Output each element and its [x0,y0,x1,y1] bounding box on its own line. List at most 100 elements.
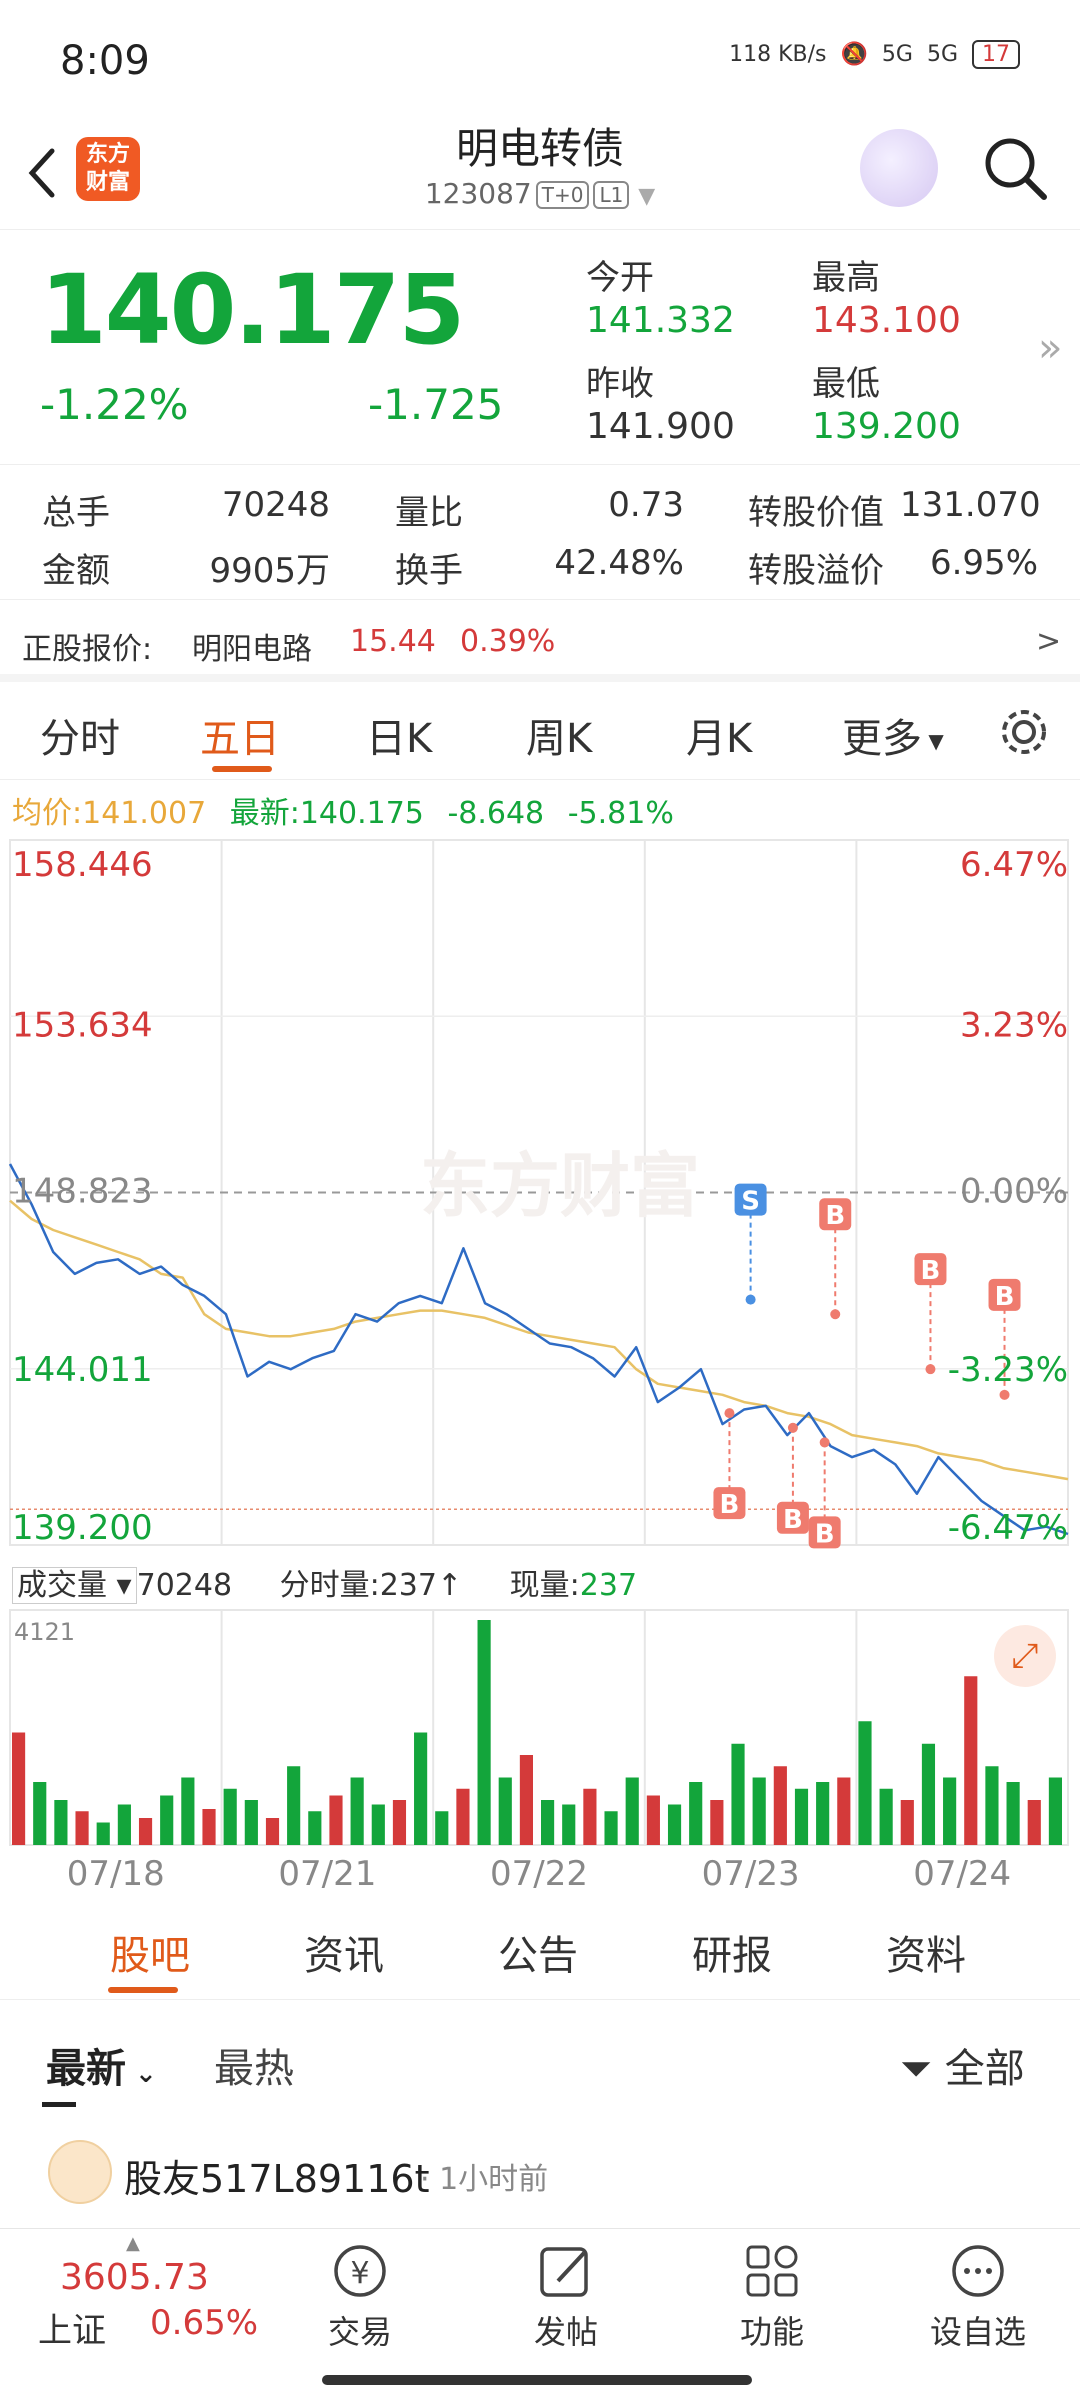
y-left-label: 139.200 [12,1508,153,1548]
tab-announcements[interactable]: 公告 [498,1923,578,1981]
nav-functions[interactable]: 功能 [712,2241,832,2353]
volume-bar [879,1788,893,1845]
y-left-label: 153.634 [12,1005,153,1045]
open-value: 141.332 [586,300,735,341]
tab-intraday[interactable]: 分时 [40,706,120,764]
tab-weekly-k[interactable]: 周K [526,706,592,764]
marker-dot [830,1309,841,1320]
assistant-robot-icon[interactable] [860,129,938,207]
subtab-active-underline [108,1987,178,1993]
volume-bar [646,1795,660,1845]
volume-max-label: 4121 [14,1618,75,1646]
marker-dot [724,1408,735,1419]
nav-trade[interactable]: ¥ 交易 [300,2241,420,2353]
sort-latest-chevron-icon: ⌄ [126,2059,157,2089]
quote-panel[interactable]: 140.175 -1.22% -1.725 今开 141.332 最高 143.… [0,230,1080,465]
bell-muted-icon: 🔕 [840,42,868,67]
x-axis-label: 07/18 [67,1854,165,1894]
turnover-label: 换手 [395,551,463,591]
signal-5g-icon-2: 5G [926,42,958,67]
index-value[interactable]: 3605.73 [60,2257,209,2298]
tab-research[interactable]: 研报 [692,1923,772,1981]
volume-bar [54,1800,68,1845]
volume-bar [583,1788,597,1845]
avatar[interactable] [48,2140,112,2204]
volume-bar [138,1818,153,1845]
stock-name: 明阳电路 [192,632,312,667]
sort-latest[interactable]: 最新 ⌄ [46,2036,157,2094]
post-item[interactable]: 股友517L89116t · 1小时前 [0,2140,1080,2220]
tab-more[interactable]: 更多 ▼ [842,706,944,764]
ratio-label: 量比 [395,493,463,533]
five-day-chart[interactable]: 东方财富 S BBBB B B 158.446153.634148.823144.01… [0,830,1080,1910]
tab-guba[interactable]: 股吧 [110,1923,190,1981]
tab-daily-k[interactable]: 日K [366,706,432,764]
tab-more-label: 更多 [842,716,922,762]
volume-bar [498,1777,512,1845]
volume-selector[interactable]: 成交量 ▾ [12,1567,137,1604]
volume-bar [33,1782,47,1845]
volume-bar [604,1811,618,1845]
sort-underline [42,2102,76,2107]
tab-profile[interactable]: 资料 [886,1923,966,1981]
stats-panel: 总手 70248 量比 0.73 转股价值 131.070 金额 9905万 换… [0,465,1080,600]
marker-dot [819,1437,830,1448]
volume-bar [964,1676,978,1845]
svg-text:¥: ¥ [350,2256,369,2291]
signal-5g-icon: 5G [881,42,913,67]
prev-close-value: 141.900 [586,406,735,447]
post-username[interactable]: 股友517L89116t [124,2148,430,2203]
amount-value: 9905万 [209,551,330,591]
stock-arrow-icon: > [1036,624,1062,659]
t0-tag: T+0 [535,181,590,209]
volume-bar [689,1782,703,1845]
last-value: 140.175 [299,796,424,831]
volume-bar [625,1777,639,1845]
x-axis-label: 07/24 [913,1854,1011,1894]
prev-close-label: 昨收 [586,364,654,404]
nav-post[interactable]: 发帖 [506,2241,626,2353]
underlying-stock-row[interactable]: 正股报价: 明阳电路 15.44 0.39% > [0,600,1080,682]
marker-label: B [720,1490,740,1520]
volume-bar [350,1777,364,1845]
tab-news[interactable]: 资讯 [304,1923,384,1981]
post-time-text: 1小时前 [439,2162,549,2197]
nav-post-label: 发帖 [533,2313,598,2351]
feed-filter-bar: 最新 ⌄ 最热 ⏷ 全部 [0,2010,1080,2110]
tab-monthly-k[interactable]: 月K [686,706,752,764]
x-axis-label: 07/23 [702,1854,800,1894]
volume-bar [900,1800,914,1845]
volume-bar [921,1743,936,1845]
marker-label: B [825,1201,845,1231]
filter-button[interactable]: ⏷ 全部 [900,2036,1025,2094]
high-label: 最高 [812,258,880,298]
volume-bar [816,1782,830,1845]
volume-info: 成交量 ▾ 70248 分时量:237↑ 现量:237 [12,1560,637,1604]
index-expand-icon[interactable]: ▲ [126,2233,140,2254]
dropdown-triangle-icon[interactable]: ▼ [638,184,655,209]
gear-icon[interactable] [996,704,1052,760]
nav-add-watchlist[interactable]: 设自选 [918,2241,1038,2353]
fullscreen-expand-icon[interactable]: ⤢ [994,1625,1056,1687]
marker-label: B [921,1256,941,1286]
volume-bar [202,1809,216,1845]
volume-bar [392,1800,407,1845]
avg-label: 均价: [12,796,83,831]
expand-chevron-icon[interactable]: » [1038,325,1062,371]
tick-volume-label: 分时量: [279,1568,380,1603]
edit-icon [540,2247,588,2297]
sort-hot[interactable]: 最热 [214,2036,294,2094]
index-pct: 0.65% [150,2303,259,2343]
turnover-value: 42.48% [554,543,684,583]
volume-selector-icon: ▾ [116,1568,132,1603]
status-bar: 8:09 118 KB/s 🔕 5G 5G 17 [0,0,1080,115]
volume-bar [181,1777,195,1845]
volume-bar [752,1777,766,1845]
tab-five-day[interactable]: 五日 [200,706,280,764]
marker-dot [925,1364,936,1375]
premium-value: 6.95% [929,543,1038,583]
search-icon[interactable] [980,133,1050,203]
volume-bar [985,1766,999,1845]
marker-dot [787,1422,798,1433]
x-axis-labels: 07/18 07/21 07/22 07/23 07/24 [67,1854,1011,1894]
